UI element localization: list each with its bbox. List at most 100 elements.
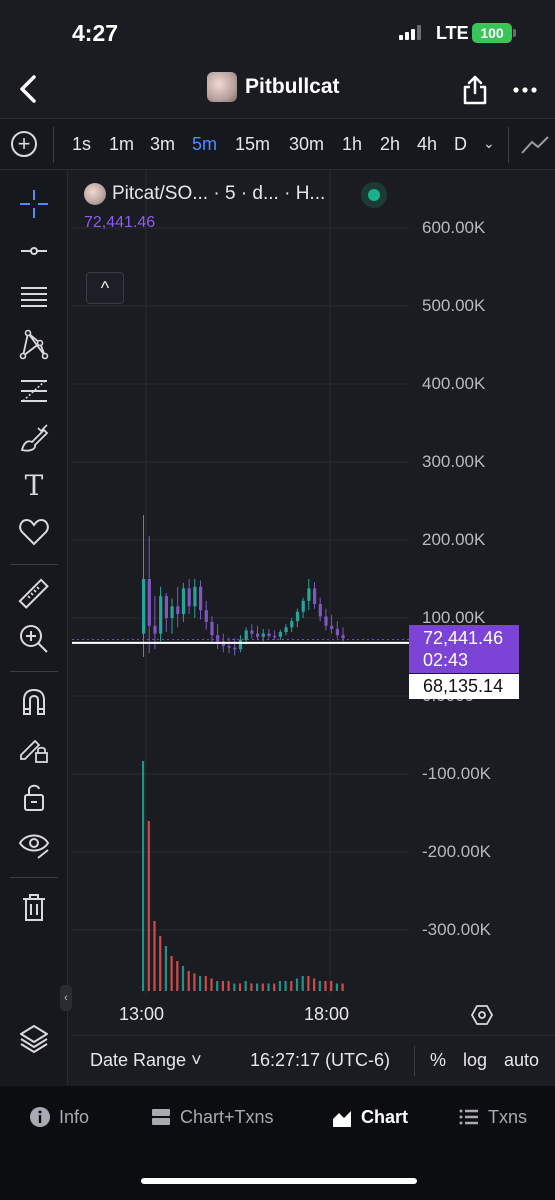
candle-body (233, 647, 237, 650)
info-icon (30, 1107, 50, 1127)
interval-15m[interactable]: 15m (235, 134, 270, 155)
x-tick-label: 13:00 (119, 1004, 165, 1024)
magnet-tool[interactable] (16, 684, 52, 720)
back-button[interactable] (14, 72, 44, 106)
tab-chart[interactable]: Chart (331, 1106, 408, 1128)
volume-bar (261, 983, 264, 991)
interval-30m[interactable]: 30m (289, 134, 324, 155)
ruler-tool[interactable] (16, 576, 52, 612)
legend-text: Pitcat/SO... · 5 · d... · H... (112, 183, 326, 204)
time-axis[interactable]: 13:00 18:00 (72, 995, 555, 1033)
horizontal-line-tool[interactable] (16, 233, 52, 269)
list-icon (459, 1109, 478, 1125)
interval-1m[interactable]: 1m (109, 134, 134, 155)
more-button[interactable] (512, 78, 538, 102)
candle-body (256, 633, 260, 637)
channel-icon (21, 287, 47, 307)
interval-4h[interactable]: 4h (417, 134, 437, 155)
candle-countdown: 02:43 (423, 650, 469, 670)
percent-scale-toggle[interactable]: % (430, 1050, 446, 1071)
x-tick-label: 18:00 (304, 1004, 350, 1024)
candle-body (318, 603, 322, 617)
volume-bar (267, 983, 270, 991)
chart-area[interactable]: Pitcat/SO... · 5 · d... · H... 72,441.46… (72, 171, 555, 1003)
lock-drawings-tool[interactable] (16, 731, 52, 767)
volume-bar (341, 983, 344, 991)
favorites-tool[interactable] (16, 514, 52, 550)
candle-body (187, 588, 191, 607)
auto-scale-toggle[interactable]: auto (504, 1050, 539, 1071)
candle-body (290, 621, 294, 628)
signal-icon (399, 25, 421, 40)
zoom-tool[interactable] (16, 621, 52, 657)
chart-type-button[interactable] (520, 133, 550, 157)
candle-body (341, 635, 345, 639)
candle-body (295, 611, 300, 622)
tab-label: Chart+Txns (180, 1106, 274, 1127)
chart-settings-button[interactable] (470, 1003, 494, 1027)
candle-body (301, 600, 305, 612)
divider (10, 671, 58, 672)
y-tick-label: 500.00K (422, 296, 486, 315)
volume-bar (210, 978, 213, 991)
interval-3m[interactable]: 3m (150, 134, 175, 155)
fib-tool[interactable] (16, 373, 52, 409)
token-icon (84, 183, 106, 205)
interval-d[interactable]: D (454, 134, 467, 155)
delete-tool[interactable] (16, 889, 52, 925)
split-view-icon (152, 1109, 170, 1125)
candle-body (227, 646, 231, 648)
tab-info[interactable]: Info (29, 1106, 89, 1128)
channel-tool[interactable] (16, 279, 52, 315)
volume-bar (181, 966, 185, 991)
volume-bar (273, 983, 276, 991)
price-chart[interactable] (72, 171, 555, 995)
divider (10, 564, 58, 565)
plus-circle-icon[interactable]: + (11, 131, 37, 157)
candle-body (204, 610, 208, 622)
volume-bar (227, 981, 230, 991)
volume-bar (193, 973, 196, 991)
candle-body (199, 586, 203, 611)
interval-1s[interactable]: 1s (72, 134, 91, 155)
ruler-icon (18, 578, 49, 609)
zoom-in-icon (20, 625, 48, 653)
interval-2h[interactable]: 2h (380, 134, 400, 155)
candle-body (147, 579, 151, 626)
interval-1h[interactable]: 1h (342, 134, 362, 155)
candle-body (238, 639, 243, 650)
share-button[interactable] (462, 74, 488, 106)
candle-body (261, 633, 265, 637)
crosshair-icon (20, 190, 48, 218)
tab-txns[interactable]: Txns (458, 1106, 527, 1128)
y-tick-label: -200.00K (422, 842, 491, 861)
brush-tool[interactable] (16, 420, 52, 456)
y-tick-label: 600.00K (422, 218, 486, 237)
volume-bar (250, 983, 253, 991)
home-indicator (141, 1178, 417, 1184)
collapse-legend-button[interactable]: ^ (86, 272, 124, 304)
y-tick-label: -100.00K (422, 764, 491, 783)
token-avatar (207, 72, 237, 102)
collapse-toolbar-handle[interactable]: ‹ (60, 985, 72, 1011)
chart-bottom-controls: Date Range ˅ 16:27:17 (UTC-6) % log auto (72, 1035, 555, 1085)
legend-value: 72,441.46 (84, 214, 156, 231)
unlock-tool[interactable] (16, 779, 52, 815)
timezone-clock[interactable]: 16:27:17 (UTC-6) (250, 1050, 390, 1071)
chart-legend[interactable]: Pitcat/SO... · 5 · d... · H... (84, 183, 325, 205)
interval-5m[interactable]: 5m (192, 134, 217, 155)
brush-icon (20, 424, 49, 452)
text-tool[interactable]: T (16, 467, 52, 503)
tab-chart-txns[interactable]: Chart+Txns (150, 1106, 274, 1128)
candle-body (164, 596, 168, 618)
pattern-tool[interactable] (16, 326, 52, 362)
visibility-tool[interactable] (16, 826, 52, 862)
page-title: Pitbullcat (245, 75, 340, 98)
crosshair-tool[interactable] (16, 186, 52, 222)
layers-button[interactable] (18, 1023, 50, 1055)
date-range-button[interactable]: Date Range ˅ (90, 1050, 202, 1071)
log-scale-toggle[interactable]: log (463, 1050, 487, 1071)
chevron-down-icon[interactable]: ⌄ (483, 135, 495, 152)
ellipsis-icon (513, 87, 537, 93)
tab-label: Chart (361, 1106, 409, 1127)
